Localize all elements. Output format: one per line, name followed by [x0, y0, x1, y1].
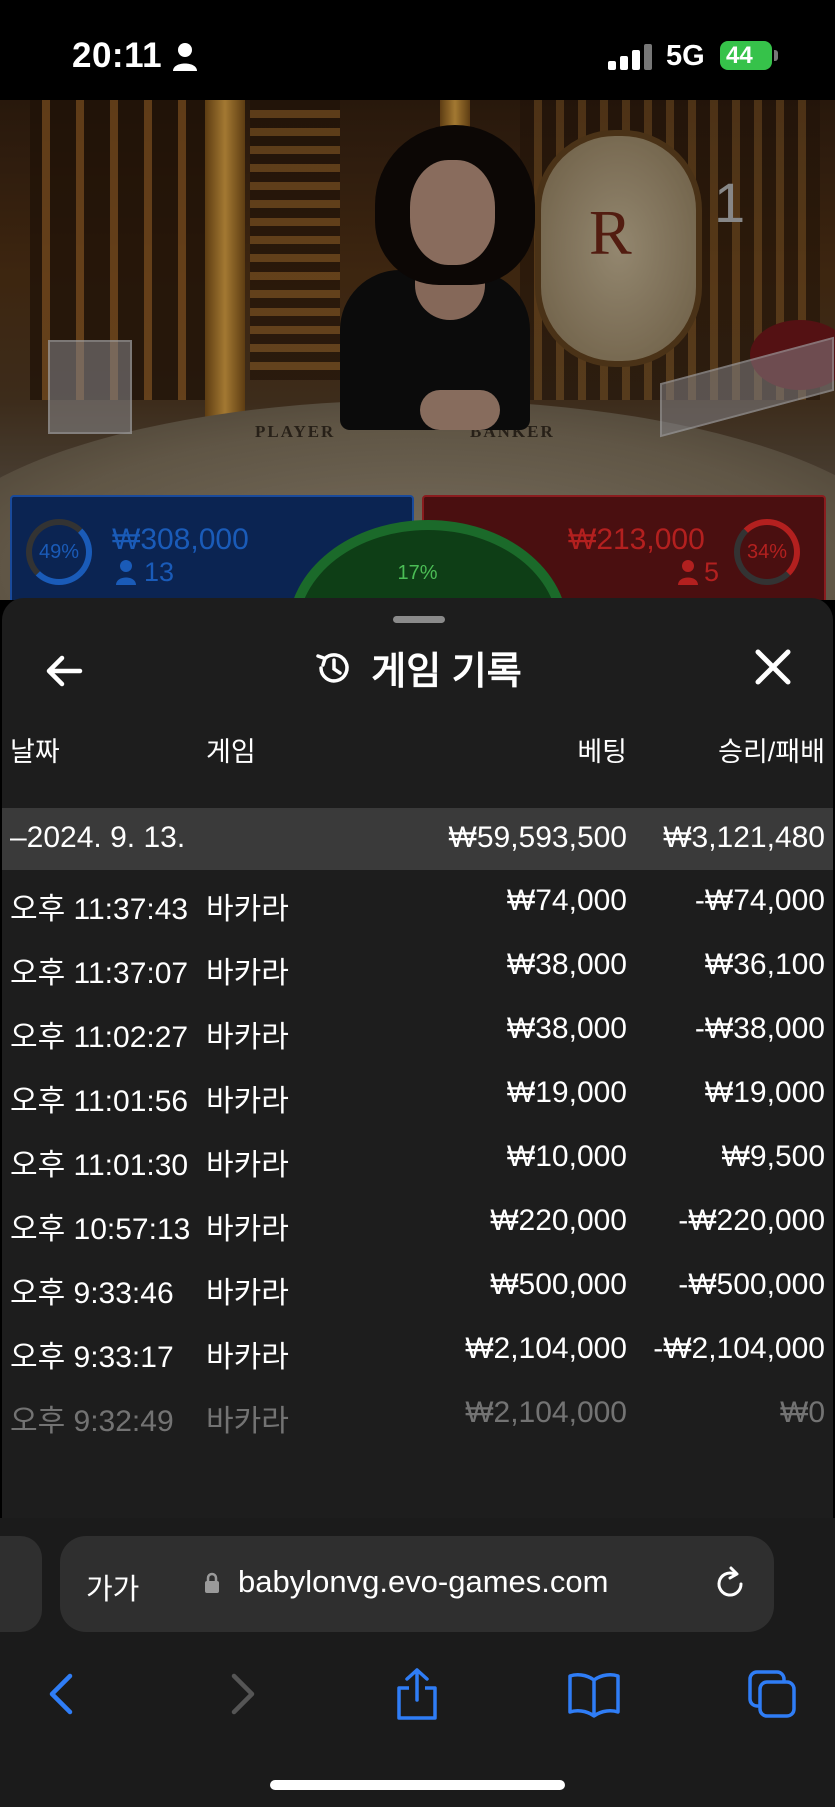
row-game: 바카라: [206, 1277, 289, 1310]
row-bet: ₩2,104,000: [465, 1332, 627, 1365]
previous-tab[interactable]: [0, 1536, 42, 1632]
row-time: 오후 11:02:27: [10, 1021, 189, 1054]
row-game: 바카라: [206, 1021, 289, 1054]
row-bet: ₩19,000: [506, 1076, 627, 1109]
row-time: 오후 11:37:07: [10, 957, 189, 990]
table-row[interactable]: 오후 11:01:30 바카라 ₩10,000 ₩9,500: [2, 1126, 833, 1190]
row-win-loss: -₩500,000: [678, 1268, 825, 1301]
column-win-loss: 승리/패배: [718, 737, 825, 767]
sheet-title: 게임 기록: [371, 651, 522, 693]
row-game: 바카라: [206, 1085, 289, 1118]
row-bet: ₩10,000: [506, 1140, 627, 1173]
forward-icon[interactable]: [214, 1666, 270, 1722]
row-win-loss: -₩220,000: [678, 1204, 825, 1237]
sheet-drag-handle[interactable]: [393, 616, 445, 623]
summary-win-loss: ₩3,121,480: [663, 821, 825, 854]
row-time: 오후 9:32:49: [10, 1405, 174, 1438]
battery-level: 44: [726, 42, 753, 69]
banker-percent: 34%: [746, 541, 788, 563]
row-bet: ₩220,000: [490, 1204, 627, 1237]
battery-icon: 44: [720, 41, 778, 70]
row-win-loss: ₩9,500: [721, 1140, 825, 1173]
tabs-icon[interactable]: [744, 1666, 800, 1722]
row-bet: ₩74,000: [506, 884, 627, 917]
row-time: 오후 11:37:43: [10, 893, 189, 926]
live-video-stream: R PLAYER BANKER 1 49% ₩308,000 13 ₩213,0…: [0, 100, 835, 600]
row-game: 바카라: [206, 1213, 289, 1246]
url-text[interactable]: babylonvg.evo-games.com: [238, 1564, 608, 1600]
tie-percent: 17%: [397, 562, 438, 584]
row-game: 바카라: [206, 893, 289, 926]
status-time: 20:11: [72, 36, 163, 75]
table-row[interactable]: 오후 9:33:17 바카라 ₩2,104,000 -₩2,104,000: [2, 1318, 833, 1382]
text-size-button[interactable]: 가가: [86, 1566, 139, 1608]
table-header: 날짜 게임 베팅 승리/패배: [2, 730, 833, 786]
sheet-header: 게임 기록: [2, 640, 833, 695]
history-icon: [316, 652, 350, 683]
row-win-loss: -₩74,000: [694, 884, 825, 917]
signal-icon: [608, 44, 652, 70]
row-win-loss: -₩2,104,000: [653, 1332, 825, 1365]
table-row[interactable]: 오후 11:37:07 바카라 ₩38,000 ₩36,100: [2, 934, 833, 998]
row-win-loss: ₩19,000: [704, 1076, 825, 1109]
status-bar: 20:11 5G 44: [0, 0, 835, 100]
home-indicator[interactable]: [270, 1780, 565, 1790]
row-bet: ₩500,000: [490, 1268, 627, 1301]
table-row[interactable]: 오후 9:32:49 바카라 ₩2,104,000 ₩0: [2, 1382, 833, 1446]
summary-date: –2024. 9. 13.: [10, 821, 186, 854]
row-time: 오후 11:01:56: [10, 1085, 189, 1118]
row-bet: ₩2,104,000: [465, 1396, 627, 1429]
table-row[interactable]: 오후 10:57:13 바카라 ₩220,000 -₩220,000: [2, 1190, 833, 1254]
row-time: 오후 9:33:17: [10, 1341, 174, 1374]
row-win-loss: ₩0: [780, 1396, 825, 1429]
column-game: 게임: [206, 737, 256, 767]
row-time: 오후 11:01:30: [10, 1149, 189, 1182]
row-win-loss: ₩36,100: [704, 948, 825, 981]
game-history-sheet: 게임 기록 날짜 게임 베팅 승리/패배 –2024. 9. 13. ₩59,5…: [2, 598, 833, 1518]
player-percent: 49%: [38, 541, 80, 563]
column-bet: 베팅: [577, 737, 627, 767]
table-row[interactable]: 오후 11:37:43 바카라 ₩74,000 -₩74,000: [2, 870, 833, 934]
row-time: 오후 9:33:46: [10, 1277, 174, 1310]
bookmarks-icon[interactable]: [566, 1666, 622, 1722]
row-win-loss: -₩38,000: [694, 1012, 825, 1045]
date-summary-row[interactable]: –2024. 9. 13. ₩59,593,500 ₩3,121,480: [2, 808, 833, 870]
player-bet-amount: ₩308,000: [112, 523, 249, 556]
row-game: 바카라: [206, 1405, 289, 1438]
reload-icon[interactable]: [710, 1564, 750, 1604]
person-icon: [173, 43, 197, 71]
table-row[interactable]: 오후 11:02:27 바카라 ₩38,000 -₩38,000: [2, 998, 833, 1062]
row-game: 바카라: [206, 957, 289, 990]
network-type: 5G: [666, 40, 705, 72]
history-list: 오후 11:37:43 바카라 ₩74,000 -₩74,000 오후 11:3…: [2, 870, 833, 1446]
row-bet: ₩38,000: [506, 1012, 627, 1045]
back-icon[interactable]: [34, 1666, 90, 1722]
address-bar[interactable]: 가가 babylonvg.evo-games.com: [60, 1536, 774, 1632]
share-icon[interactable]: [389, 1666, 445, 1722]
row-game: 바카라: [206, 1149, 289, 1182]
row-time: 오후 10:57:13: [10, 1213, 191, 1246]
table-row[interactable]: 오후 11:01:56 바카라 ₩19,000 ₩19,000: [2, 1062, 833, 1126]
summary-bet: ₩59,593,500: [448, 821, 627, 854]
row-bet: ₩38,000: [506, 948, 627, 981]
row-game: 바카라: [206, 1341, 289, 1374]
browser-toolbar: 가가 babylonvg.evo-games.com: [0, 1518, 835, 1807]
column-date: 날짜: [10, 737, 60, 767]
close-icon[interactable]: [750, 644, 796, 690]
table-row[interactable]: 오후 9:33:46 바카라 ₩500,000 -₩500,000: [2, 1254, 833, 1318]
lock-icon: [205, 1572, 219, 1593]
banker-bet-amount: ₩213,000: [568, 523, 705, 556]
